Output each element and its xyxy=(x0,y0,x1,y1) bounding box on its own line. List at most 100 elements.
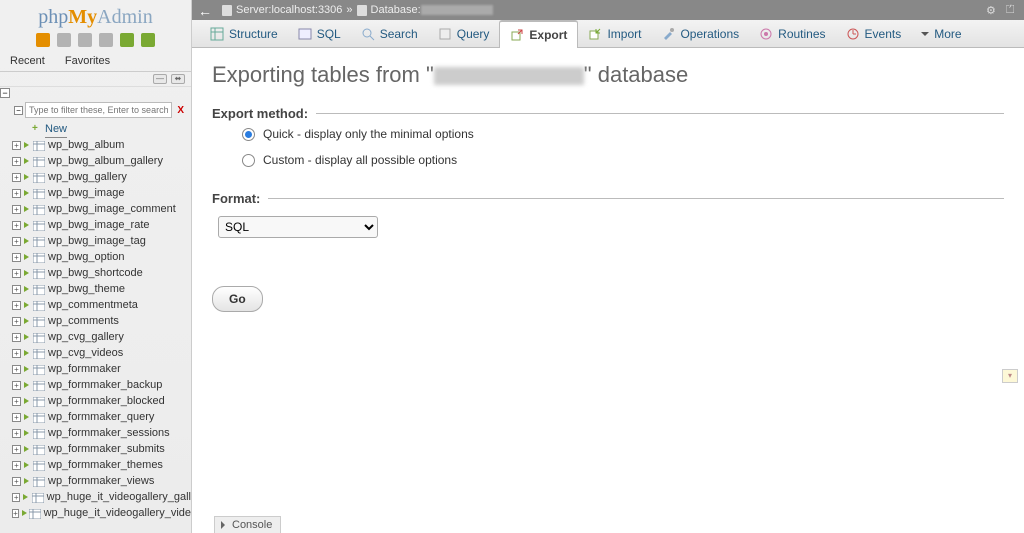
export-method-fieldset: Export method: Quick - display only the … xyxy=(212,106,1004,173)
back-icon[interactable]: ← xyxy=(198,3,212,17)
tree-table-item[interactable]: +wp_bwg_shortcode xyxy=(2,265,191,281)
tab-routines[interactable]: Routines xyxy=(749,20,835,47)
refresh-icon[interactable] xyxy=(141,33,155,47)
expand-icon[interactable]: + xyxy=(12,349,21,358)
tab-events[interactable]: Events xyxy=(836,20,912,47)
expand-icon[interactable]: + xyxy=(12,189,21,198)
tree-table-item[interactable]: +wp_bwg_image xyxy=(2,185,191,201)
radio-custom-input[interactable] xyxy=(242,154,255,167)
tree-table-item[interactable]: +wp_comments xyxy=(2,313,191,329)
nav-settings-icon[interactable] xyxy=(99,33,113,47)
format-select[interactable]: SQL xyxy=(218,216,378,238)
expand-icon[interactable]: + xyxy=(12,333,21,342)
expand-icon[interactable]: + xyxy=(12,157,21,166)
gear-icon[interactable]: ⚙ xyxy=(986,4,998,16)
table-name: wp_formmaker_themes xyxy=(48,457,163,473)
tab-query[interactable]: Query xyxy=(428,20,500,47)
expand-icon[interactable]: + xyxy=(12,285,21,294)
tree-table-item[interactable]: +wp_bwg_image_comment xyxy=(2,201,191,217)
panel-toggle-icon[interactable]: ▾ xyxy=(1002,369,1018,383)
tree-table-item[interactable]: +wp_bwg_option xyxy=(2,249,191,265)
tree-table-item[interactable]: +wp_formmaker_views xyxy=(2,473,191,489)
expand-icon[interactable]: + xyxy=(12,205,21,214)
console-bar[interactable]: Console xyxy=(214,516,281,533)
expand-icon[interactable]: + xyxy=(12,237,21,246)
tree-new[interactable]: New xyxy=(2,121,191,137)
expand-icon[interactable]: + xyxy=(12,317,21,326)
main-content: Exporting tables from "" database Export… xyxy=(192,48,1024,533)
tree-table-item[interactable]: +wp_formmaker_backup xyxy=(2,377,191,393)
tree-table-item[interactable]: +wp_commentmeta xyxy=(2,297,191,313)
expand-icon[interactable]: + xyxy=(12,445,21,454)
expand-icon[interactable]: + xyxy=(12,413,21,422)
tree-root: − xyxy=(0,87,191,99)
expand-icon[interactable]: + xyxy=(12,397,21,406)
tab-operations[interactable]: Operations xyxy=(651,20,749,47)
expand-icon[interactable]: + xyxy=(12,461,21,470)
expand-icon[interactable]: + xyxy=(12,173,21,182)
tree-table-item[interactable]: +wp_huge_it_videogallery_vide xyxy=(2,505,191,521)
link-icon[interactable]: ⬌ xyxy=(171,74,185,84)
tree-table-item[interactable]: +wp_bwg_gallery xyxy=(2,169,191,185)
clear-filter-icon[interactable]: X xyxy=(174,105,187,116)
tree-table-item[interactable]: +wp_bwg_album xyxy=(2,137,191,153)
tab-recent[interactable]: Recent xyxy=(0,51,55,71)
tab-favorites[interactable]: Favorites xyxy=(55,51,120,71)
expand-icon[interactable]: + xyxy=(12,221,21,230)
tree-table-item[interactable]: +wp_cvg_videos xyxy=(2,345,191,361)
exit-icon[interactable]: ⏍ xyxy=(1006,4,1018,16)
tab-more[interactable]: More xyxy=(911,20,971,47)
home-icon[interactable] xyxy=(36,33,50,47)
tree-table-item[interactable]: +wp_bwg_theme xyxy=(2,281,191,297)
collapse-db2-icon[interactable]: − xyxy=(14,106,23,115)
collapse-db-icon[interactable]: − xyxy=(0,88,10,98)
logo[interactable]: phpMyAdmin xyxy=(0,0,191,31)
tree-table-item[interactable]: +wp_formmaker_submits xyxy=(2,441,191,457)
filter-input[interactable] xyxy=(25,102,172,118)
go-button[interactable]: Go xyxy=(212,286,263,312)
table-icon xyxy=(33,332,45,342)
breadcrumb-database[interactable]: Database: xyxy=(357,4,493,16)
reload-icon[interactable] xyxy=(120,33,134,47)
tab-sql[interactable]: SQL xyxy=(288,20,351,47)
expand-icon[interactable]: + xyxy=(12,365,21,374)
collapse-icon[interactable]: — xyxy=(153,74,167,84)
tree-table-item[interactable]: +wp_bwg_image_tag xyxy=(2,233,191,249)
expand-icon[interactable]: + xyxy=(12,301,21,310)
expand-icon[interactable]: + xyxy=(12,429,21,438)
tab-export[interactable]: Export xyxy=(499,20,578,48)
expand-icon[interactable]: + xyxy=(12,493,20,502)
radio-quick[interactable]: Quick - display only the minimal options xyxy=(212,121,1004,147)
tree: New +wp_bwg_album+wp_bwg_album_gallery+w… xyxy=(0,121,191,533)
tree-table-item[interactable]: + wp_cvg_gallery xyxy=(2,329,191,345)
table-arrow-icon xyxy=(21,509,27,517)
table-icon xyxy=(33,172,45,182)
tab-structure[interactable]: Structure xyxy=(200,20,288,47)
tab-search[interactable]: Search xyxy=(351,20,428,47)
tree-table-item[interactable]: +wp_formmaker_blocked xyxy=(2,393,191,409)
radio-quick-input[interactable] xyxy=(242,128,255,141)
tree-table-item[interactable]: +wp_bwg_image_rate xyxy=(2,217,191,233)
expand-icon[interactable]: + xyxy=(12,253,21,262)
table-arrow-icon xyxy=(23,141,31,149)
tree-table-item[interactable]: +wp_formmaker xyxy=(2,361,191,377)
tree-table-item[interactable]: +wp_formmaker_sessions xyxy=(2,425,191,441)
tree-table-item[interactable]: +wp_huge_it_videogallery_gall xyxy=(2,489,191,505)
radio-custom[interactable]: Custom - display all possible options xyxy=(212,147,1004,173)
logout-icon[interactable] xyxy=(57,33,71,47)
breadcrumb-server[interactable]: Server: localhost:3306 xyxy=(222,4,342,16)
expand-icon[interactable]: + xyxy=(12,509,19,518)
tab-import[interactable]: Import xyxy=(578,20,651,47)
expand-icon[interactable]: + xyxy=(12,269,21,278)
tree-table-item[interactable]: +wp_formmaker_query xyxy=(2,409,191,425)
table-arrow-icon xyxy=(23,285,31,293)
expand-icon[interactable]: + xyxy=(12,141,21,150)
tree-table-item[interactable]: + wp_formmaker_themes xyxy=(2,457,191,473)
table-name: wp_cvg_gallery xyxy=(48,329,124,345)
collapse-bar: — ⬌ xyxy=(0,72,191,87)
expand-icon[interactable]: + xyxy=(12,381,21,390)
expand-icon[interactable]: + xyxy=(12,477,21,486)
tree-table-item[interactable]: +wp_bwg_album_gallery xyxy=(2,153,191,169)
structure-icon xyxy=(210,27,224,41)
docs-icon[interactable] xyxy=(78,33,92,47)
